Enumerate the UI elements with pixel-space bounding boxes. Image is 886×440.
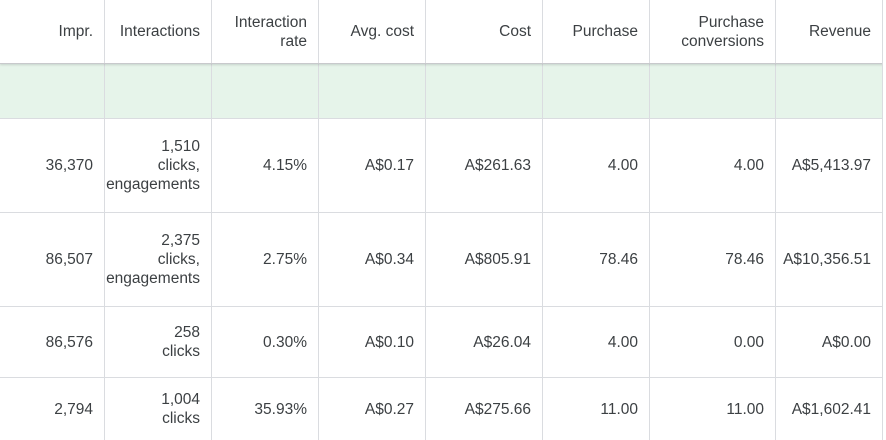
summary-cell [542,64,649,118]
column-header-label: Interactions [119,23,200,40]
cost-cell: A$26.04 [425,307,542,377]
purchase-conversions-cell: 0.00 [649,307,775,377]
column-header-label: Revenue [808,23,871,40]
purchase-cell: 4.00 [542,119,649,212]
column-header-cost[interactable]: Cost [425,0,542,63]
interactions-type: clicks, [157,157,200,174]
cost-cell: A$805.91 [425,213,542,306]
purchase-conversions-cell: 11.00 [649,378,775,440]
purchase-cell: 11.00 [542,378,649,440]
column-header-purchase-conversions[interactable]: Purchase conversions [649,0,775,63]
interactions-cell: 1,004 clicks [104,378,211,440]
summary-cell [649,64,775,118]
table-row[interactable]: 2,794 1,004 clicks 35.93% A$0.27 A$275.6… [0,378,886,440]
summary-cell [425,64,542,118]
table-row[interactable]: 86,576 258 clicks 0.30% A$0.10 A$26.04 4… [0,307,886,378]
column-header-purchase[interactable]: Purchase [542,0,649,63]
impr-cell: 86,507 [45,251,93,268]
impr-cell: 36,370 [45,157,93,174]
column-header-label: Purchase [698,13,764,31]
table-header-row: Impr. Interactions Interaction rate Avg.… [0,0,886,64]
table-row[interactable]: 36,370 1,510 clicks, engagements 4.15% A… [0,119,886,213]
cost-cell: A$261.63 [425,119,542,212]
revenue-cell: A$0.00 [775,307,882,377]
column-header-revenue[interactable]: Revenue [775,0,882,63]
interaction-rate-cell: 35.93% [211,378,318,440]
summary-cell [0,64,104,118]
cost-cell: A$275.66 [425,378,542,440]
column-header-impr[interactable]: Impr. [0,0,104,63]
interactions-cell: 258 clicks [104,307,211,377]
summary-row [0,64,886,119]
avg-cost-cell: A$0.27 [318,378,425,440]
interactions-cell: 2,375 clicks, engagements [104,213,211,306]
revenue-cell: A$10,356.51 [775,213,882,306]
purchase-cell: 4.00 [542,307,649,377]
interactions-count: 258 [174,324,200,341]
column-header-interaction-rate[interactable]: Interaction rate [211,0,318,63]
interactions-count: 2,375 [161,232,200,249]
purchase-cell: 78.46 [542,213,649,306]
report-table: Impr. Interactions Interaction rate Avg.… [0,0,886,440]
column-header-avg-cost[interactable]: Avg. cost [318,0,425,63]
table-right-edge [882,0,886,440]
interaction-rate-cell: 0.30% [211,307,318,377]
interactions-type: clicks [162,343,200,360]
interactions-type: engagements [106,176,200,193]
interactions-type: clicks, [157,251,200,268]
interactions-type: clicks [162,410,200,427]
interactions-cell: 1,510 clicks, engagements [104,119,211,212]
impr-cell: 2,794 [54,400,93,418]
column-header-label: conversions [681,32,764,50]
column-header-label: Interaction [234,13,307,31]
impr-cell: 86,576 [45,333,93,351]
purchase-conversions-cell: 78.46 [649,213,775,306]
revenue-cell: A$1,602.41 [775,378,882,440]
summary-cell [211,64,318,118]
column-header-label: Purchase [572,23,638,40]
interactions-count: 1,004 [161,391,200,408]
interactions-count: 1,510 [161,138,200,155]
column-header-label: rate [280,32,307,50]
summary-cell [318,64,425,118]
summary-cell [775,64,882,118]
avg-cost-cell: A$0.17 [318,119,425,212]
purchase-conversions-cell: 4.00 [649,119,775,212]
revenue-cell: A$5,413.97 [775,119,882,212]
column-header-label: Cost [499,23,531,40]
interaction-rate-cell: 4.15% [211,119,318,212]
interaction-rate-cell: 2.75% [211,213,318,306]
avg-cost-cell: A$0.34 [318,213,425,306]
avg-cost-cell: A$0.10 [318,307,425,377]
column-header-interactions[interactable]: Interactions [104,0,211,63]
interactions-type: engagements [106,270,200,287]
column-header-label: Impr. [58,23,93,40]
column-header-label: Avg. cost [350,23,414,40]
summary-cell [104,64,211,118]
table-row[interactable]: 86,507 2,375 clicks, engagements 2.75% A… [0,213,886,307]
